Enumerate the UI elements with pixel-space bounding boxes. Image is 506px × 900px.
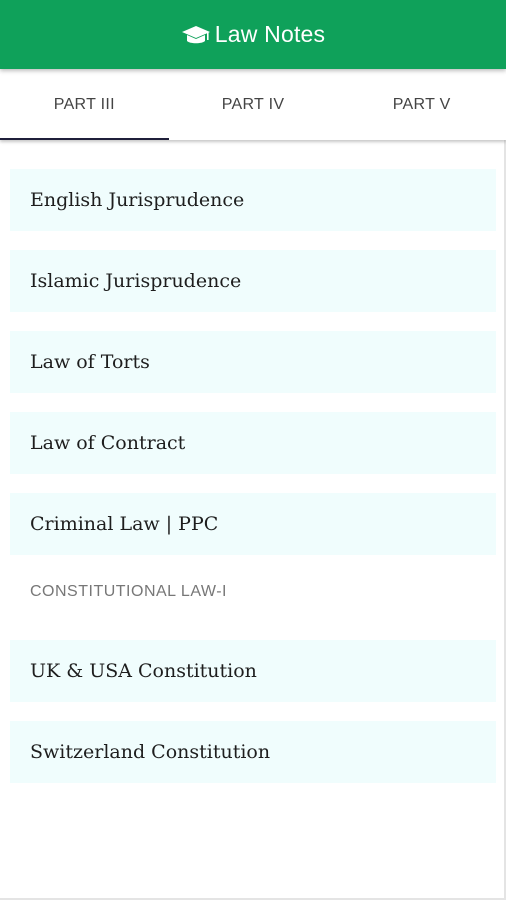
list-item-switzerland-constitution[interactable]: Switzerland Constitution	[10, 721, 496, 783]
list-item-law-of-contract[interactable]: Law of Contract	[10, 412, 496, 474]
tab-bar: PART III PART IV PART V	[0, 69, 506, 140]
section-header-constitutional-law: CONSTITUTIONAL LAW-I	[30, 583, 227, 600]
tab-part-iii[interactable]: PART III	[0, 69, 169, 140]
list-item-law-of-torts[interactable]: Law of Torts	[10, 331, 496, 393]
notes-list: English Jurisprudence Islamic Jurisprude…	[10, 169, 496, 802]
list-item-english-jurisprudence[interactable]: English Jurisprudence	[10, 169, 496, 231]
app-title-group: Law Notes	[181, 21, 325, 48]
tab-part-v[interactable]: PART V	[337, 69, 506, 140]
app-bar: Law Notes	[0, 0, 506, 69]
tab-part-iv[interactable]: PART IV	[169, 69, 338, 140]
graduation-cap-icon	[181, 25, 210, 43]
app-title: Law Notes	[214, 21, 326, 47]
list-item-uk-usa-constitution[interactable]: UK & USA Constitution	[10, 640, 496, 702]
list-item-criminal-law-ppc[interactable]: Criminal Law | PPC	[10, 493, 496, 555]
list-item-islamic-jurisprudence[interactable]: Islamic Jurisprudence	[10, 250, 496, 312]
